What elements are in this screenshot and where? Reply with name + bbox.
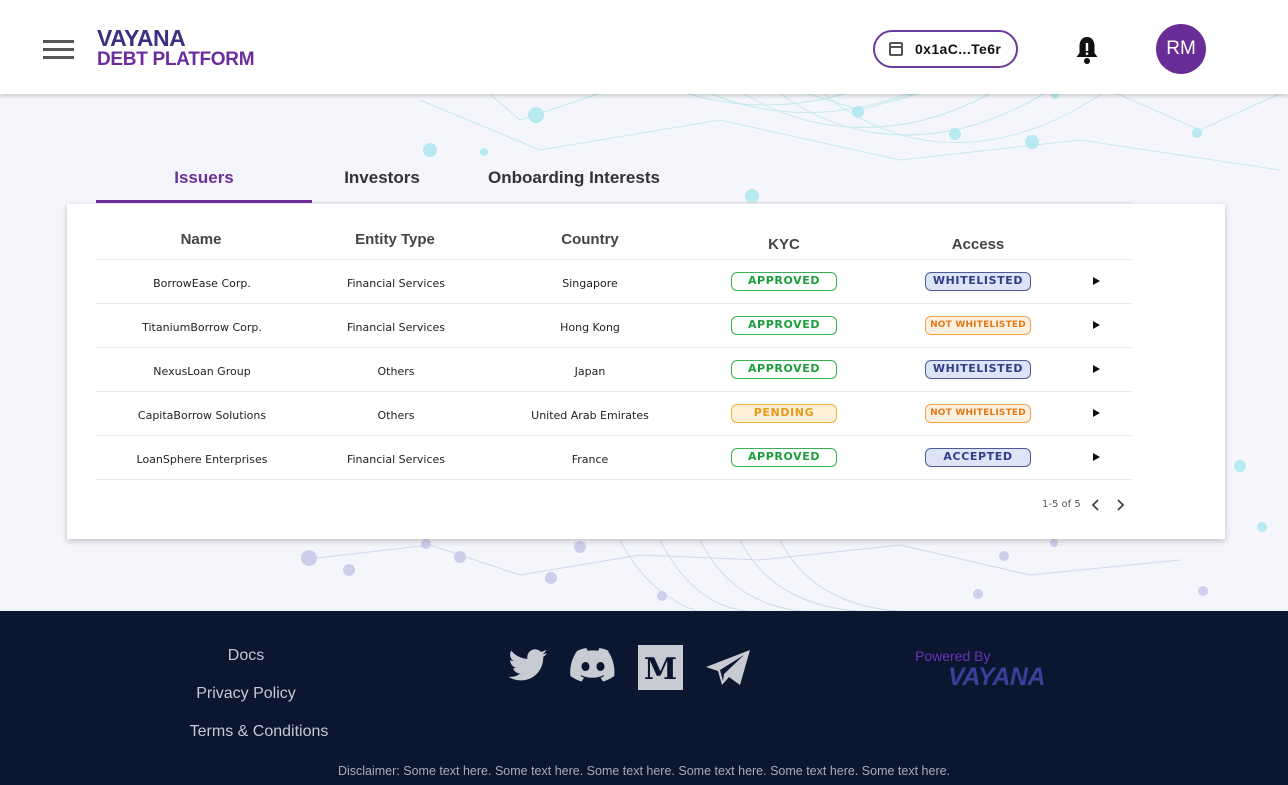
logo-line-2: DEBT PLATFORM <box>97 49 255 70</box>
footer-link-terms[interactable]: Terms & Conditions <box>174 723 344 741</box>
discord-icon[interactable] <box>569 647 617 685</box>
chevron-right-icon[interactable] <box>1113 498 1127 512</box>
expand-row-arrow-icon[interactable] <box>1093 365 1100 373</box>
page-footer: Docs Privacy Policy Terms & Conditions M… <box>0 611 1288 785</box>
column-header-name[interactable]: Name <box>111 231 291 248</box>
cell-entity-type: Financial Services <box>346 453 446 466</box>
cell-name: LoanSphere Enterprises <box>136 453 268 466</box>
cell-name: BorrowEase Corp. <box>153 277 251 290</box>
logo-line-1: VAYANA <box>97 25 186 51</box>
column-header-kyc[interactable]: KYC <box>694 236 874 253</box>
footer-link-privacy-policy[interactable]: Privacy Policy <box>176 685 316 703</box>
tab-issuers[interactable]: Issuers <box>96 168 312 203</box>
pagination-range: 1-5 of 5 <box>1042 499 1081 510</box>
cell-country: Singapore <box>562 277 618 290</box>
footer-disclaimer: Disclaimer: Some text here. Some text he… <box>337 764 951 778</box>
kyc-status-badge: PENDING <box>731 404 837 423</box>
telegram-icon[interactable] <box>704 648 752 688</box>
wallet-address-button[interactable]: 0x1aC...Te6r <box>873 30 1018 68</box>
footer-link-docs[interactable]: Docs <box>196 647 296 665</box>
access-status-badge: NOT WHITELISTED <box>925 316 1031 335</box>
cell-entity-type: Others <box>377 409 415 422</box>
cell-country: United Arab Emirates <box>531 409 649 422</box>
user-avatar[interactable]: RM <box>1156 24 1206 74</box>
tab-onboarding-interests[interactable]: Onboarding Interests <box>474 168 674 203</box>
kyc-status-badge: APPROVED <box>731 448 837 467</box>
tab-bar: Issuers Investors Onboarding Interests <box>96 168 1131 204</box>
column-header-entity-type[interactable]: Entity Type <box>305 231 485 248</box>
cell-name: TitaniumBorrow Corp. <box>142 321 262 334</box>
cell-name: NexusLoan Group <box>153 365 251 378</box>
chevron-left-icon[interactable] <box>1089 498 1103 512</box>
hamburger-menu-icon[interactable] <box>43 38 75 62</box>
kyc-status-badge: APPROVED <box>731 360 837 379</box>
cell-entity-type: Others <box>377 365 415 378</box>
medium-icon[interactable]: M <box>638 645 683 690</box>
cell-country: Hong Kong <box>560 321 620 334</box>
expand-row-arrow-icon[interactable] <box>1093 277 1100 285</box>
access-status-badge: WHITELISTED <box>925 272 1031 291</box>
expand-row-arrow-icon[interactable] <box>1093 409 1100 417</box>
column-header-access[interactable]: Access <box>888 236 1068 253</box>
cell-name: CapitaBorrow Solutions <box>137 409 267 422</box>
tab-divider <box>312 202 1131 203</box>
active-tab-indicator <box>96 200 312 203</box>
issuers-table-card: Name Entity Type Country KYC Access Borr… <box>67 204 1225 539</box>
cell-entity-type: Financial Services <box>346 321 446 334</box>
expand-row-arrow-icon[interactable] <box>1093 453 1100 461</box>
wallet-address: 0x1aC...Te6r <box>915 41 1002 57</box>
access-status-badge: WHITELISTED <box>925 360 1031 379</box>
kyc-status-badge: APPROVED <box>731 316 837 335</box>
column-header-country[interactable]: Country <box>500 231 680 248</box>
cell-country: Japan <box>574 365 606 378</box>
cell-country: France <box>571 453 609 466</box>
table-row[interactable]: NexusLoan Group Others Japan APPROVED WH… <box>96 348 1131 392</box>
powered-by-vayana-logo[interactable]: VAYANA <box>948 663 1046 692</box>
access-status-badge: ACCEPTED <box>925 448 1031 467</box>
table-row[interactable]: BorrowEase Corp. Financial Services Sing… <box>96 260 1131 304</box>
expand-row-arrow-icon[interactable] <box>1093 321 1100 329</box>
svg-text:M: M <box>644 652 677 687</box>
twitter-icon[interactable] <box>507 645 549 687</box>
notification-bell-icon[interactable] <box>1074 35 1100 65</box>
top-header: VAYANA DEBT PLATFORM 0x1aC...Te6r RM <box>0 0 1288 94</box>
wallet-card-icon <box>889 42 903 56</box>
table-row[interactable]: CapitaBorrow Solutions Others United Ara… <box>96 392 1131 436</box>
tab-investors[interactable]: Investors <box>312 168 452 203</box>
cell-entity-type: Financial Services <box>346 277 446 290</box>
powered-by-label: Powered By <box>915 648 991 664</box>
access-status-badge: NOT WHITELISTED <box>925 404 1031 423</box>
brand-logo[interactable]: VAYANA DEBT PLATFORM <box>97 25 255 71</box>
table-row[interactable]: LoanSphere Enterprises Financial Service… <box>96 436 1131 480</box>
table-header: Name Entity Type Country KYC Access <box>96 224 1131 260</box>
kyc-status-badge: APPROVED <box>731 272 837 291</box>
table-row[interactable]: TitaniumBorrow Corp. Financial Services … <box>96 304 1131 348</box>
